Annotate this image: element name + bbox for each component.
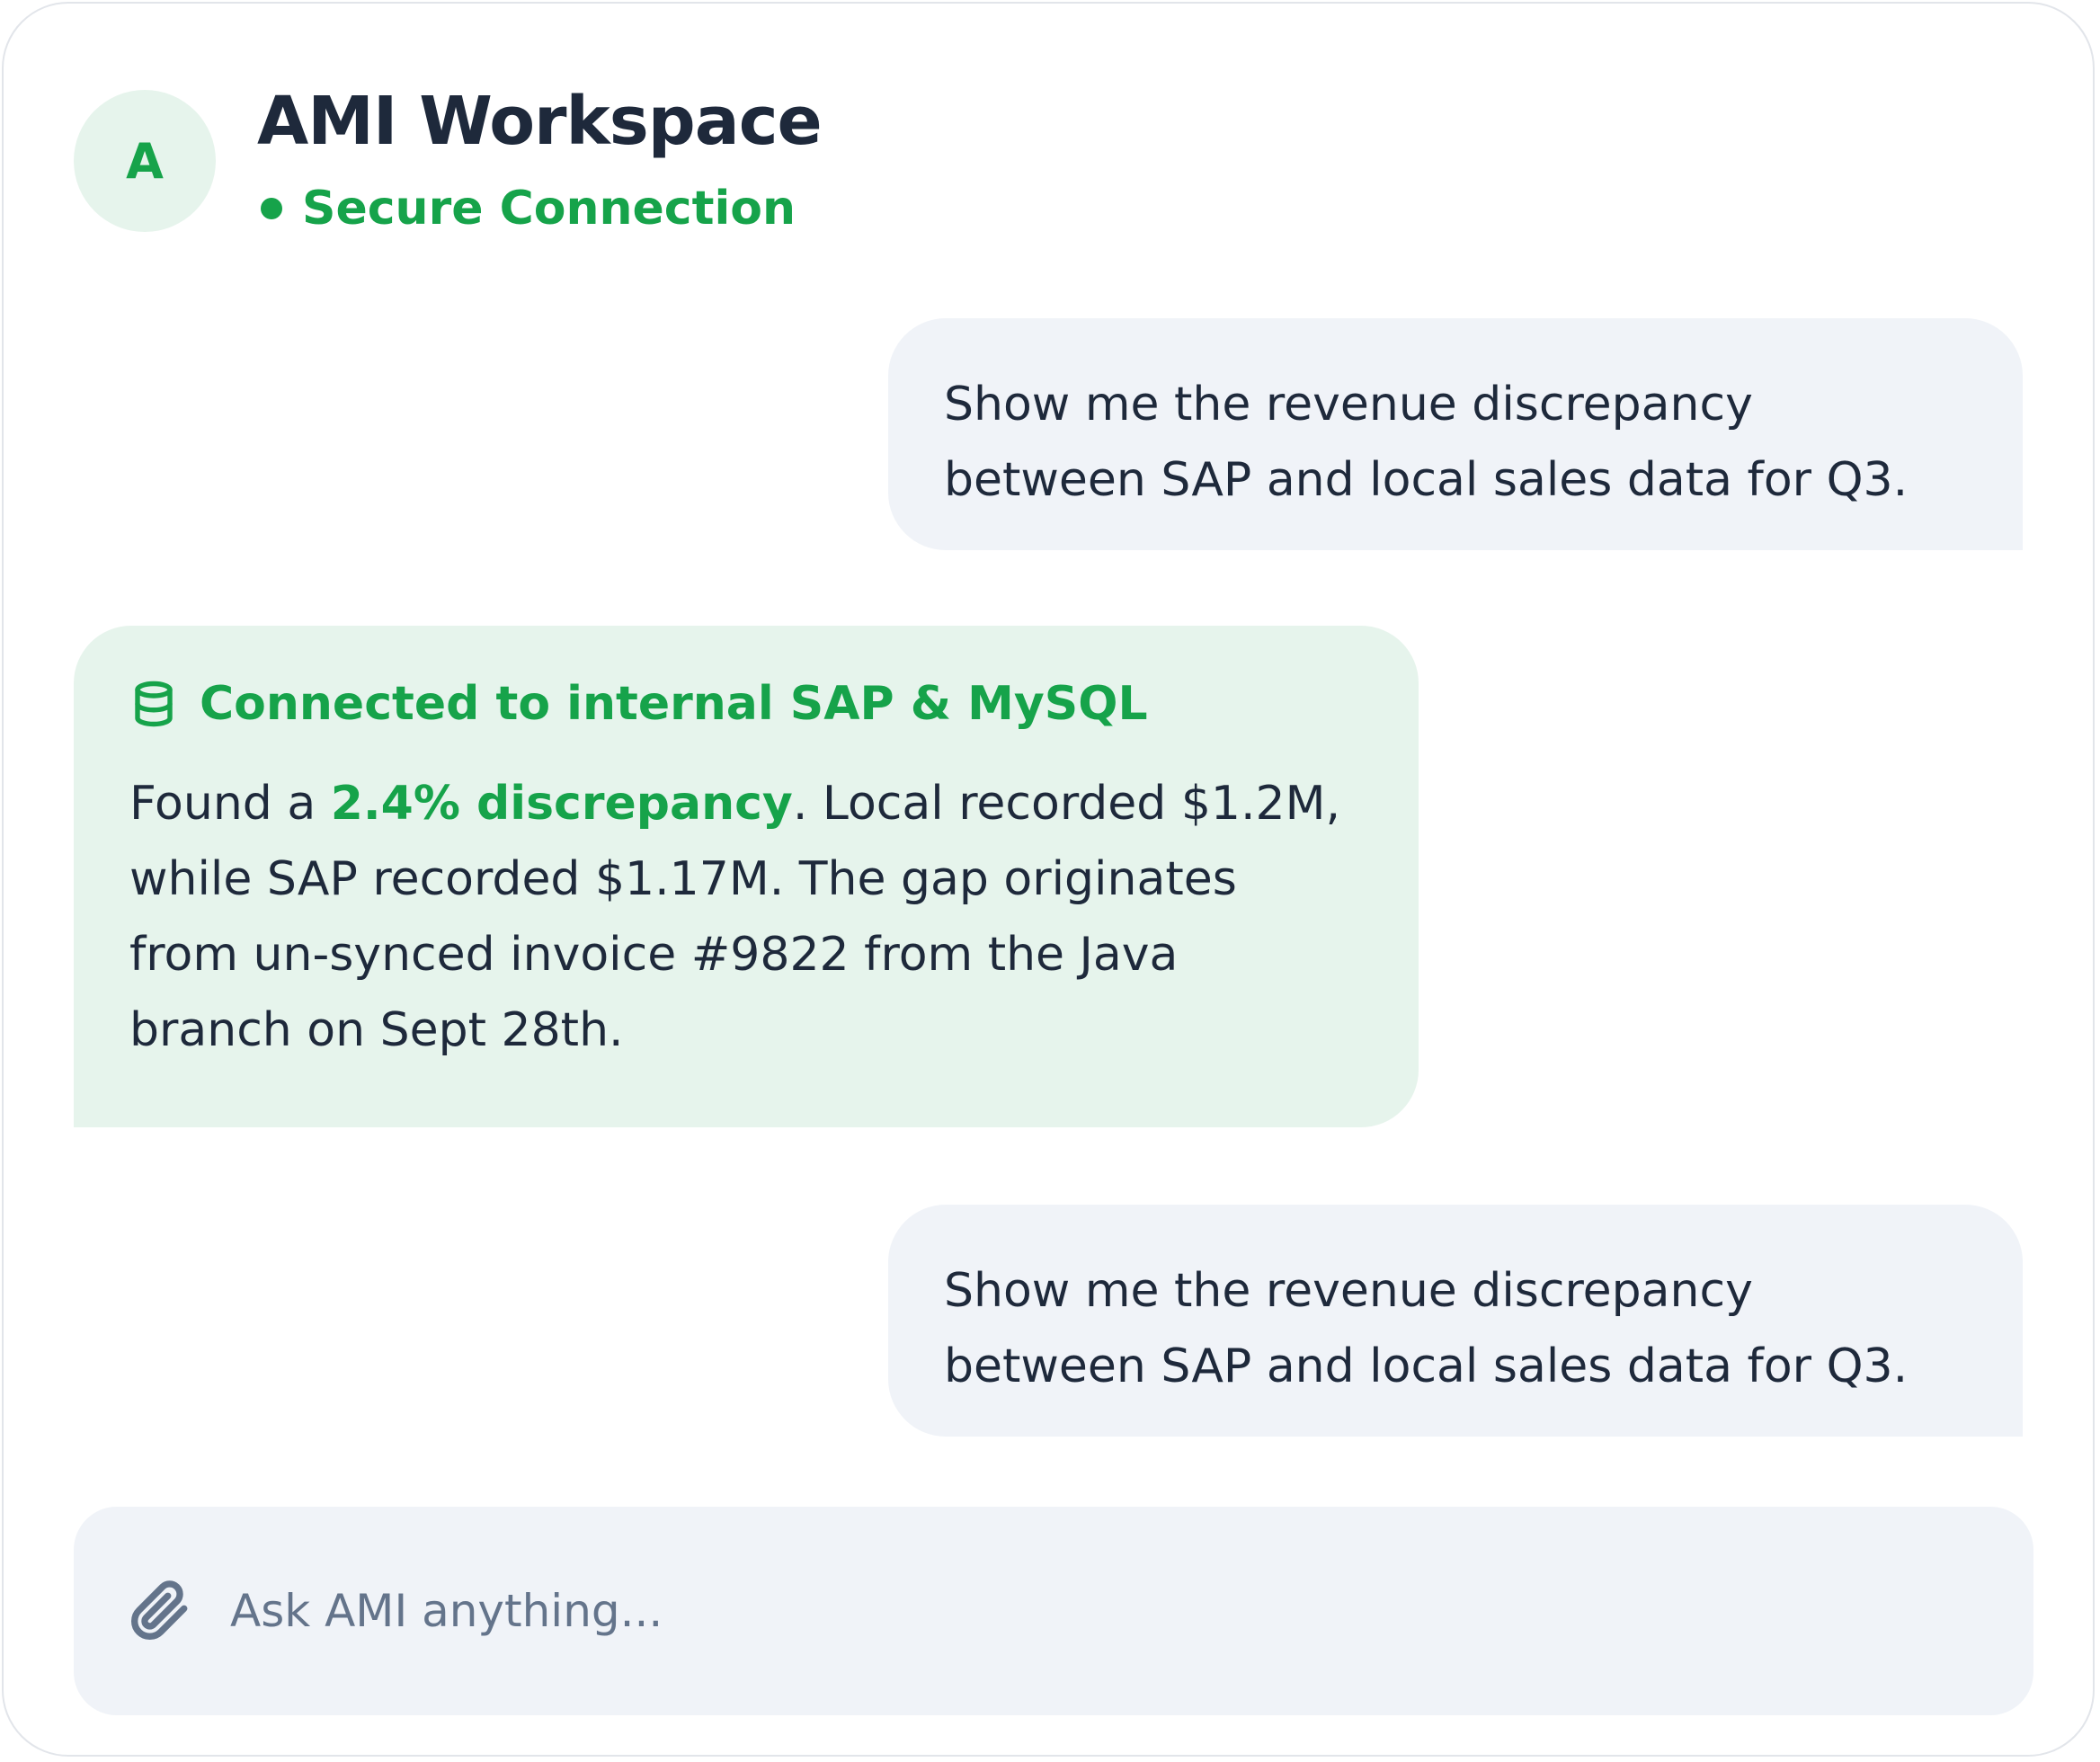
user-message: Show me the revenue discrepancy between … <box>888 1205 2023 1437</box>
avatar-letter: A <box>126 132 164 190</box>
message-line: between SAP and local sales data for Q3. <box>944 453 1909 507</box>
message-composer <box>74 1507 2033 1715</box>
message-line: from un-synced invoice #9822 from the Ja… <box>129 928 1179 982</box>
message-line: Show me the revenue discrepancy <box>944 1264 1753 1318</box>
message-line: branch on Sept 28th. <box>129 1003 624 1057</box>
chat-window: A AMI Workspace Secure Connection Show m… <box>2 2 2095 1757</box>
message-input[interactable] <box>230 1585 1938 1637</box>
message-text: Found a <box>129 777 331 831</box>
message-text: . Local recorded $1.2M, <box>792 777 1340 831</box>
connection-status-label: Secure Connection <box>302 182 796 236</box>
source-indicator: Connected to internal SAP & MySQL <box>129 671 1365 737</box>
connection-status: Secure Connection <box>257 182 796 236</box>
assistant-message: Connected to internal SAP & MySQL Found … <box>74 626 1419 1127</box>
avatar: A <box>74 90 216 232</box>
assistant-message-body: Found a 2.4% discrepancy. Local recorded… <box>129 766 1365 1068</box>
message-line: Show me the revenue discrepancy <box>944 378 1753 432</box>
database-icon <box>135 681 173 727</box>
message-line: while SAP recorded $1.17M. The gap origi… <box>129 852 1237 906</box>
source-label: Connected to internal SAP & MySQL <box>200 677 1148 731</box>
status-dot-icon <box>261 198 282 219</box>
message-line: Found a 2.4% discrepancy. Local recorded… <box>129 766 1365 841</box>
workspace-title: AMI Workspace <box>257 83 823 160</box>
paperclip-icon[interactable] <box>129 1580 191 1642</box>
message-line: between SAP and local sales data for Q3. <box>944 1339 1909 1393</box>
discrepancy-highlight: 2.4% discrepancy <box>330 777 793 831</box>
user-message: Show me the revenue discrepancy between … <box>888 318 2023 550</box>
